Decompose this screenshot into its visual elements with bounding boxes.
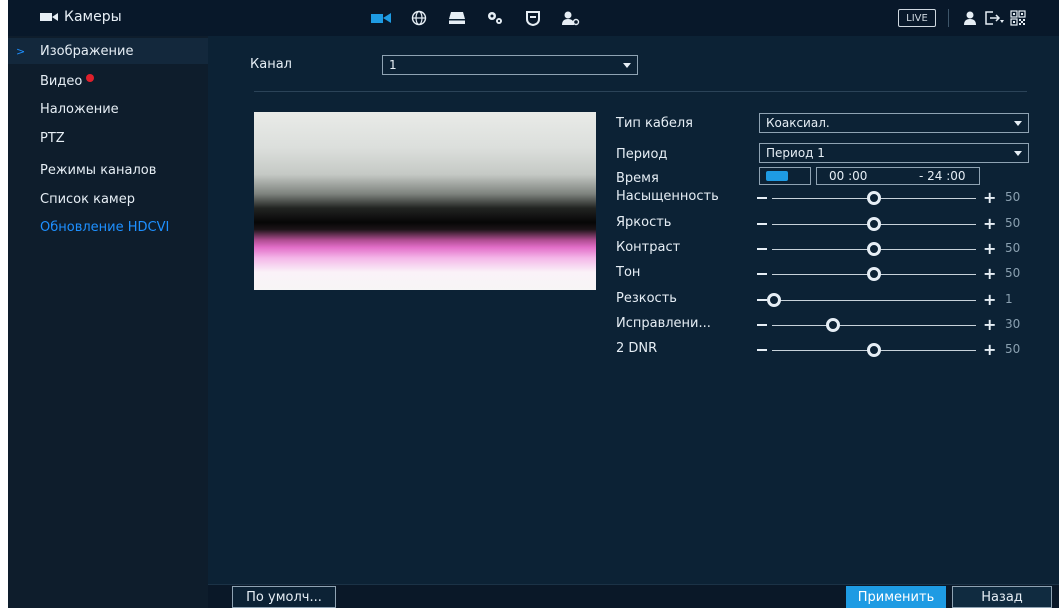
user-settings-icon[interactable] [552,6,590,30]
qr-code-icon[interactable] [1008,8,1028,28]
chevron-down-icon [1014,121,1022,126]
channel-label: Канал [250,57,292,72]
toggle-on-indicator [766,171,788,181]
sidebar-item-label: Изображение [40,43,134,59]
cable-type-label: Тип кабеля [616,116,693,131]
slider-increase-button[interactable]: + [983,342,996,358]
slider-increase-button[interactable]: + [983,292,996,308]
globe-icon[interactable] [400,6,438,30]
time-start[interactable]: 00 :00 [829,169,867,183]
slider-label: Тон [616,265,641,280]
sidebar-item-label: Список камер [40,191,135,207]
camera-preview [254,112,596,290]
sidebar-item-overlay[interactable]: Наложение [8,96,208,122]
slider-label: Яркость [616,215,672,230]
time-end[interactable]: - 24 :00 [919,169,966,183]
period-select[interactable]: Период 1 [759,143,1029,163]
slider-decrease-button[interactable] [757,299,767,301]
sidebar-item-video[interactable]: Видео [8,68,208,94]
sidebar-item-hdcvi-update[interactable]: Обновление HDCVI [8,214,208,240]
dvr-settings-window: Камеры LIVE > Изображение Видео Наложени… [8,0,1059,608]
sidebar-item-label: Режимы каналов [40,162,157,178]
storage-icon[interactable] [438,6,476,30]
sidebar-item-label: Наложение [40,101,119,117]
slider-value: 50 [1005,190,1021,204]
cable-type-value: Коаксиал. [766,116,830,130]
divider [254,91,1027,92]
slider-decrease-button[interactable] [757,349,767,351]
sidebar-item-camera-list[interactable]: Список камер [8,186,208,212]
top-bar: Камеры LIVE [8,0,1059,36]
alert-badge-icon [86,74,95,82]
slider-knob[interactable] [867,267,881,281]
slider-value: 50 [1005,266,1021,280]
slider-label: 2 DNR [616,341,658,356]
slider-decrease-button[interactable] [757,223,767,225]
logout-icon[interactable] [984,8,1004,28]
period-value: Период 1 [766,146,825,160]
slider-increase-button[interactable]: + [983,241,996,257]
back-button[interactable]: Назад [952,586,1052,608]
sidebar-item-label: Обновление HDCVI [40,219,170,235]
slider-increase-button[interactable]: + [983,317,996,333]
section-title: Камеры [40,9,122,25]
channel-select[interactable]: 1 [382,55,638,75]
camera-icon[interactable] [362,6,400,30]
slider-track[interactable] [772,300,976,301]
sidebar-item-ptz[interactable]: PTZ [8,125,208,151]
top-nav [362,6,590,30]
slider-knob[interactable] [867,217,881,231]
sidebar-item-channel-modes[interactable]: Режимы каналов [8,157,208,183]
slider-decrease-button[interactable] [757,324,767,326]
chevron-down-icon [1014,151,1022,156]
channel-select-value: 1 [389,58,397,72]
slider-knob[interactable] [867,242,881,256]
slider-label: Резкость [616,291,677,306]
settings-icon[interactable] [476,6,514,30]
slider-knob[interactable] [867,191,881,205]
chevron-right-icon: > [16,44,26,58]
sidebar-item-label: Видео [40,73,83,89]
live-button[interactable]: LIVE [898,9,936,27]
apply-button[interactable]: Применить [846,586,946,608]
slider-decrease-button[interactable] [757,273,767,275]
camera-small-icon [40,11,58,23]
slider-track[interactable] [772,325,976,326]
slider-value: 1 [1005,292,1013,306]
slider-value: 50 [1005,216,1021,230]
slider-knob[interactable] [767,293,782,307]
slider-decrease-button[interactable] [757,248,767,250]
user-icon[interactable] [960,8,980,28]
cable-type-select[interactable]: Коаксиал. [759,113,1029,133]
time-label: Время [616,171,659,186]
divider [948,9,949,27]
slider-increase-button[interactable]: + [983,190,996,206]
slider-decrease-button[interactable] [757,197,767,199]
slider-value: 50 [1005,241,1021,255]
shield-icon[interactable] [514,6,552,30]
slider-value: 30 [1005,317,1021,331]
sidebar-item-label: PTZ [40,130,65,146]
period-label: Период [616,147,668,162]
slider-increase-button[interactable]: + [983,266,996,282]
time-enable-toggle[interactable] [759,167,811,185]
slider-value: 50 [1005,342,1021,356]
slider-increase-button[interactable]: + [983,216,996,232]
slider-label: Насыщенность [616,189,719,204]
default-button[interactable]: По умолч... [232,586,336,608]
sidebar-item-image[interactable]: > Изображение [8,38,208,64]
slider-label: Контраст [616,240,681,255]
slider-knob[interactable] [826,318,841,332]
sidebar: > Изображение Видео Наложение PTZ Режимы… [8,36,208,608]
section-title-text: Камеры [64,9,122,25]
chevron-down-icon [623,63,631,68]
slider-knob[interactable] [867,343,881,357]
time-range-input[interactable]: 00 :00 - 24 :00 [816,167,980,185]
slider-label: Исправлени... [616,316,711,331]
